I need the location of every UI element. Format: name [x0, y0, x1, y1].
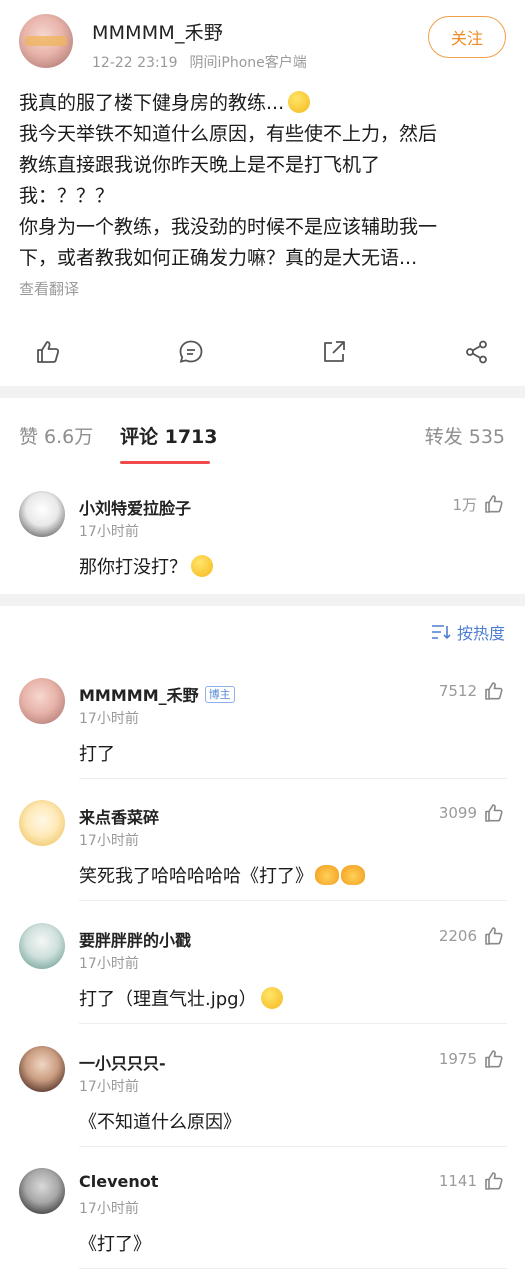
commenter-name-text: MMMMM_禾野 — [79, 686, 199, 705]
post-time: 12-22 23:19 — [92, 55, 178, 71]
sort-toggle[interactable]: 按热度 — [431, 620, 505, 644]
sleepy-face-emoji-icon — [288, 91, 311, 113]
comment-time: 17小时前 — [79, 1079, 139, 1095]
avatar[interactable] — [19, 800, 65, 846]
commenter-name[interactable]: Clevenot — [79, 1172, 158, 1191]
thumb-up-icon — [485, 927, 503, 945]
comment-icon[interactable] — [177, 338, 205, 366]
comment-divider — [79, 1146, 507, 1147]
comment-time: 17小时前 — [79, 711, 139, 727]
post-line: 我：？？？ — [19, 185, 115, 207]
thinking-emoji-icon — [260, 987, 283, 1009]
thumb-up-icon — [485, 804, 503, 822]
post-meta: 12-22 23:19 阴间iPhone客户端 — [92, 52, 307, 72]
host-badge: 博主 — [204, 686, 235, 703]
comment-divider — [79, 1268, 507, 1269]
comment-divider — [79, 1023, 507, 1024]
comment-text: 笑死我了哈哈哈哈哈《打了》 — [79, 862, 365, 888]
author-avatar[interactable] — [19, 14, 73, 68]
active-tab-indicator — [120, 461, 210, 464]
hot-comment[interactable]: 小刘特爱拉脸子 17小时前 那你打没打？ 1万 — [0, 491, 525, 591]
tab-likes[interactable]: 赞 6.6万 — [19, 422, 93, 449]
comment-item[interactable]: 一小只只只- 17小时前 《不知道什么原因》 1975 — [0, 1046, 525, 1146]
post-source: 阴间iPhone客户端 — [189, 55, 307, 71]
avatar[interactable] — [19, 1046, 65, 1092]
comment-time: 17小时前 — [79, 956, 139, 972]
author-name[interactable]: MMMMM_禾野 — [92, 18, 223, 45]
thumb-up-icon — [485, 1050, 503, 1068]
section-divider — [0, 594, 525, 606]
sort-icon — [431, 625, 451, 640]
grin-emoji-icon — [191, 555, 213, 577]
comment-text: 打了 — [79, 744, 115, 765]
comment-divider — [79, 778, 507, 779]
commenter-name[interactable]: 要胖胖胖的小戳 — [79, 927, 191, 951]
follow-button[interactable]: 关注 — [428, 16, 506, 58]
comment-time: 17小时前 — [79, 1201, 139, 1217]
thumb-up-icon — [485, 495, 503, 513]
like-count: 3099 — [438, 804, 477, 822]
tab-comments[interactable]: 评论 1713 — [120, 422, 218, 449]
comment-time: 17小时前 — [79, 524, 139, 540]
share-icon[interactable] — [463, 338, 491, 366]
post-line: 下，或者教我如何正确发力嘛？真的是大无语... — [19, 247, 418, 269]
commenter-name[interactable]: MMMMM_禾野 博主 — [79, 682, 235, 706]
comment-divider — [79, 900, 507, 901]
post-line: 你身为一个教练，我没劲的时候不是应该辅助我一 — [19, 216, 438, 238]
like-count: 2206 — [438, 927, 477, 945]
post-line: 教练直接跟我说你昨天晚上是不是打飞机了 — [19, 154, 381, 176]
comment-item[interactable]: Clevenot 17小时前 《打了》 1141 — [0, 1168, 525, 1268]
avatar[interactable] — [19, 678, 65, 724]
commenter-name[interactable]: 一小只只只- — [79, 1050, 166, 1074]
translate-link[interactable]: 查看翻译 — [19, 278, 79, 299]
like-count: 1141 — [438, 1172, 477, 1190]
like-count: 1万 — [452, 495, 477, 514]
thumb-up-icon — [485, 1172, 503, 1190]
comment-text-content: 笑死我了哈哈哈哈哈《打了》 — [79, 866, 313, 887]
pig-emoji-icon — [341, 865, 365, 885]
post-line: 我真的服了楼下健身房的教练... — [19, 88, 509, 119]
comment-like-button[interactable]: 2206 — [439, 925, 505, 947]
post-text: 我真的服了楼下健身房的教练... — [19, 92, 285, 114]
comment-like-button[interactable]: 1141 — [439, 1170, 505, 1192]
comment-time: 17小时前 — [79, 833, 139, 849]
thumb-up-icon[interactable] — [34, 338, 62, 366]
comment-item[interactable]: MMMMM_禾野 博主 17小时前 打了 7512 — [0, 678, 525, 778]
comment-like-button[interactable]: 3099 — [439, 802, 505, 824]
sort-label: 按热度 — [456, 624, 505, 643]
comment-item[interactable]: 要胖胖胖的小戳 17小时前 打了（理直气壮.jpg） 2206 — [0, 923, 525, 1023]
avatar[interactable] — [19, 923, 65, 969]
action-bar — [0, 332, 525, 372]
comment-text-content: 那你打没打？ — [79, 557, 187, 578]
comment-like-button[interactable]: 7512 — [439, 680, 505, 702]
like-count: 7512 — [438, 682, 477, 700]
comment-text-content: 打了（理直气壮.jpg） — [79, 989, 257, 1010]
tab-row: 赞 6.6万 评论 1713 转发 535 — [0, 398, 525, 468]
avatar[interactable] — [19, 491, 65, 537]
comment-text: 《打了》 — [79, 1234, 151, 1255]
comment-text: 《不知道什么原因》 — [79, 1112, 241, 1133]
commenter-name[interactable]: 小刘特爱拉脸子 — [79, 495, 191, 519]
section-divider — [0, 386, 525, 398]
avatar[interactable] — [19, 1168, 65, 1214]
thumb-up-icon — [485, 682, 503, 700]
post-line: 我今天举铁不知道什么原因，有些使不上力，然后 — [19, 123, 438, 145]
like-count: 1975 — [438, 1050, 477, 1068]
comment-like-button[interactable]: 1975 — [439, 1048, 505, 1070]
comment-like-button[interactable]: 1万 — [452, 493, 505, 515]
tab-reposts[interactable]: 转发 535 — [425, 422, 505, 449]
repost-icon[interactable] — [320, 338, 348, 366]
comment-text: 那你打没打？ — [79, 553, 213, 579]
post-header: MMMMM_禾野 12-22 23:19 阴间iPhone客户端 关注 — [0, 0, 525, 80]
pig-emoji-icon — [315, 865, 339, 885]
comment-text: 打了（理直气壮.jpg） — [79, 985, 283, 1011]
post-body: 我真的服了楼下健身房的教练... 我今天举铁不知道什么原因，有些使不上力，然后 … — [19, 88, 509, 274]
commenter-name[interactable]: 来点香菜碎 — [79, 804, 159, 828]
comment-item[interactable]: 来点香菜碎 17小时前 笑死我了哈哈哈哈哈《打了》 3099 — [0, 800, 525, 900]
